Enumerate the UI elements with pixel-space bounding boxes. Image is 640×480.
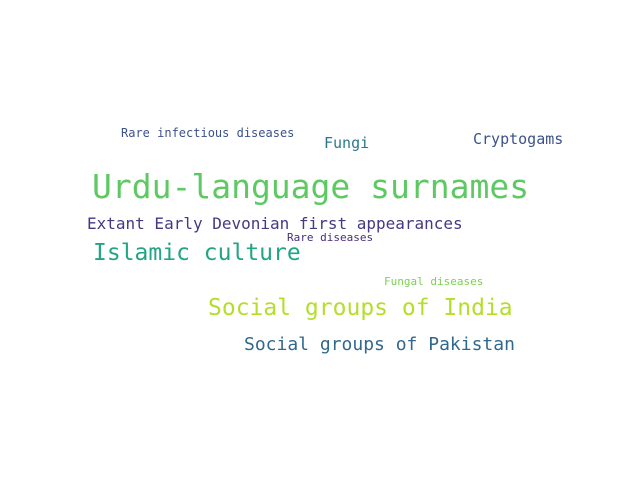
word-cryptogams: Cryptogams — [473, 130, 564, 148]
word-social-groups-of-india: Social groups of India — [208, 295, 513, 321]
word-extant-early-devonian-first-appearances: Extant Early Devonian first appearances — [87, 214, 463, 233]
word-social-groups-of-pakistan: Social groups of Pakistan — [244, 334, 515, 355]
word-fungi: Fungi — [324, 134, 370, 152]
word-rare-diseases: Rare diseases — [287, 231, 374, 244]
word-rare-infectious-diseases: Rare infectious diseases — [121, 126, 295, 140]
word-urdu-language-surnames: Urdu-language surnames — [92, 167, 530, 206]
word-cloud: Urdu-language surnames Extant Early Devo… — [0, 0, 640, 480]
word-islamic-culture: Islamic culture — [93, 240, 301, 266]
word-fungal-diseases: Fungal diseases — [384, 275, 484, 288]
